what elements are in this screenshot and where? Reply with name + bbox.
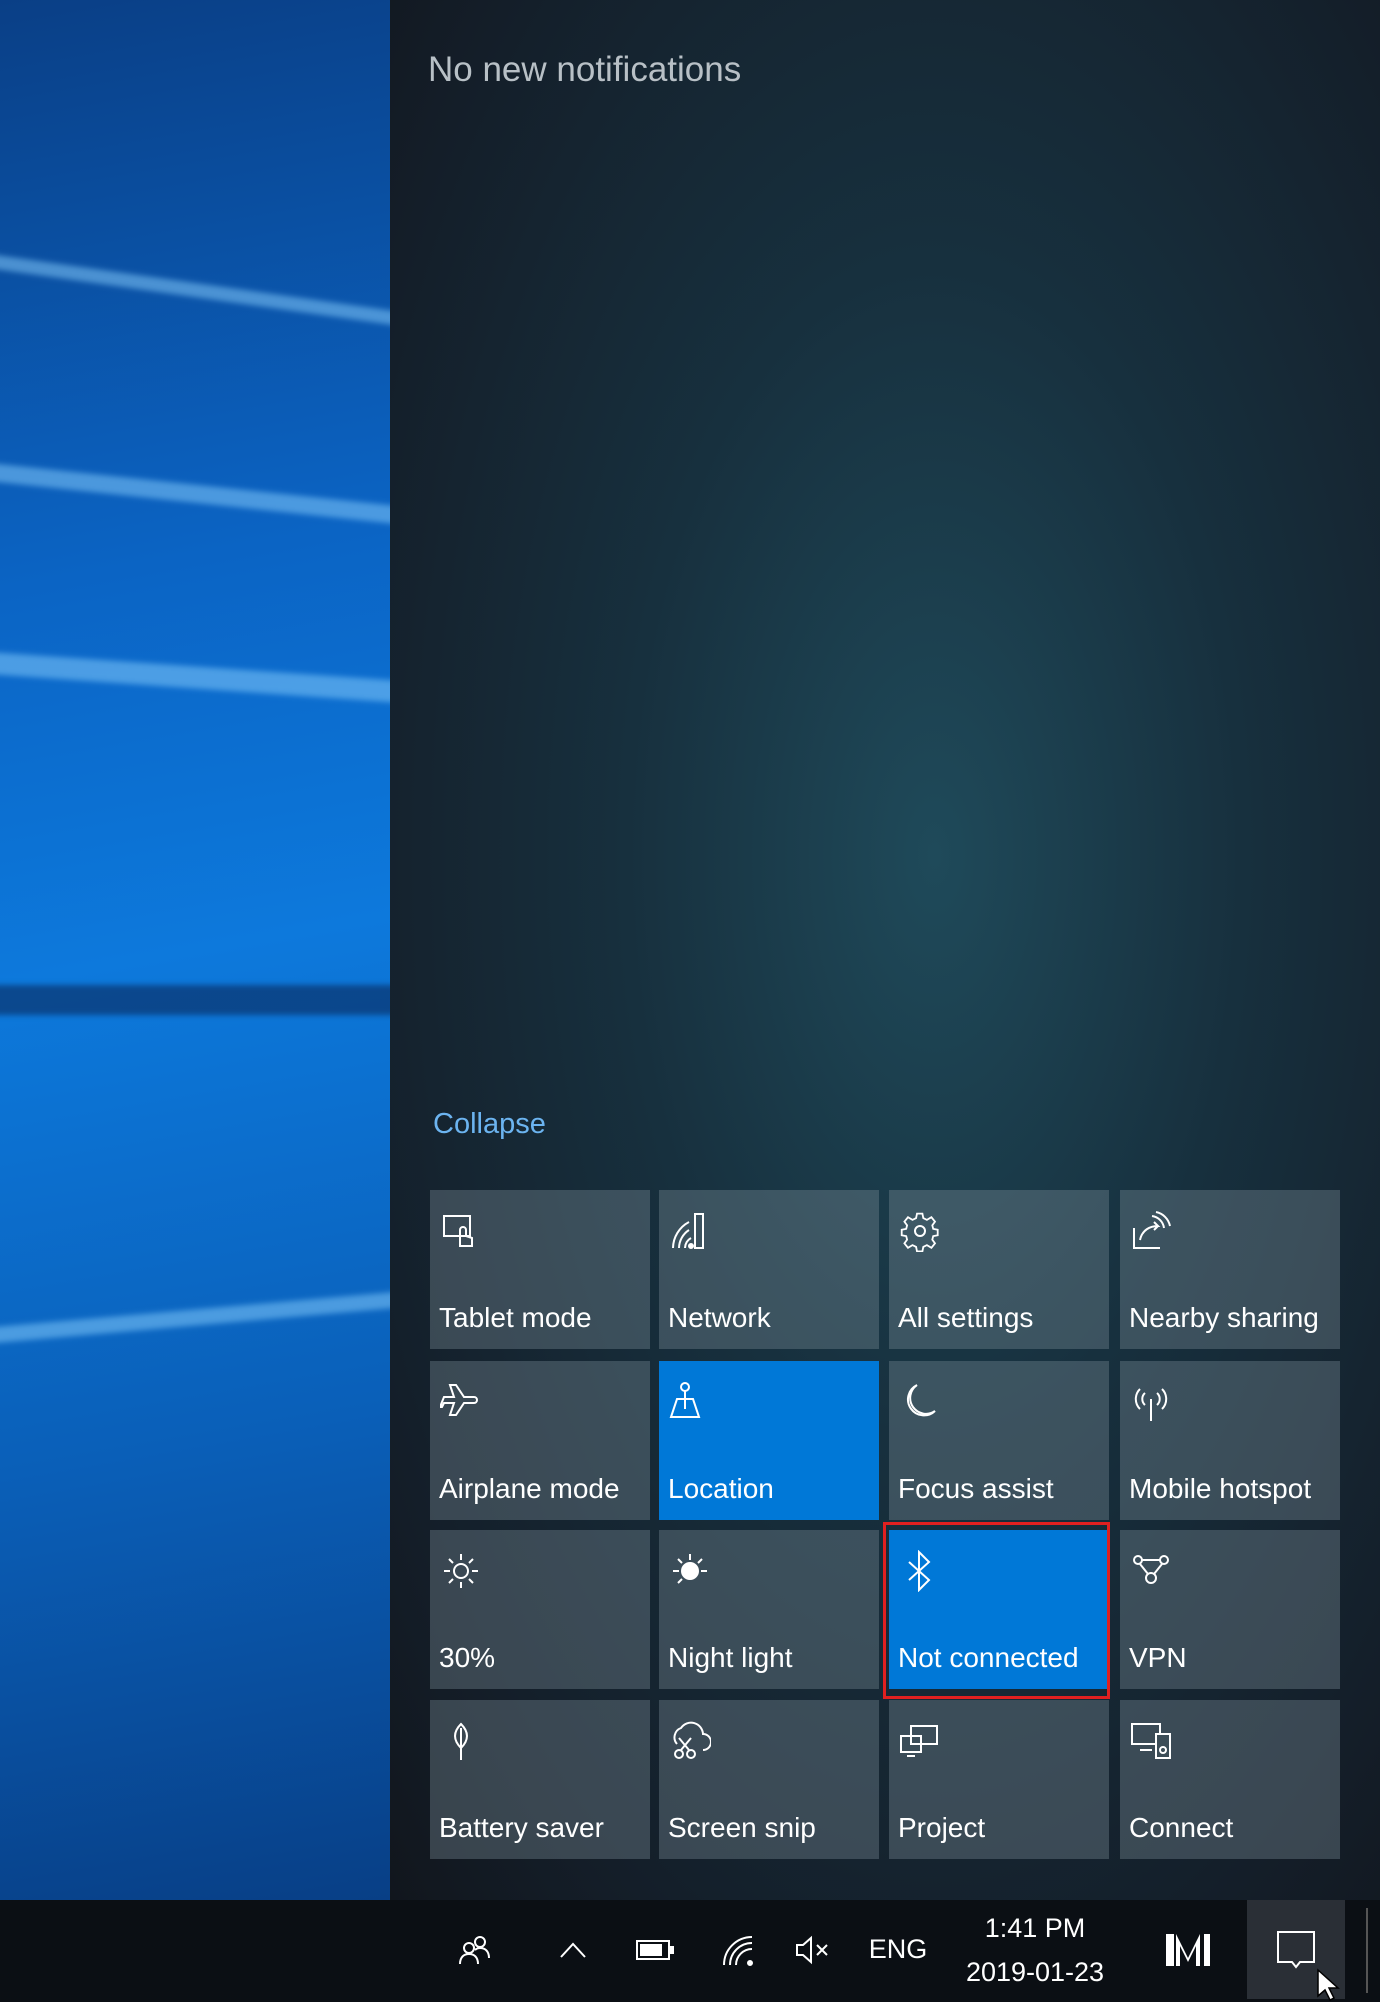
- tile-label: Screen snip: [668, 1812, 816, 1843]
- tile-focus-assist[interactable]: Focus assist: [889, 1361, 1109, 1520]
- taskbar: ENG 1:41 PM 2019-01-23: [0, 1900, 1380, 2002]
- tile-label: Tablet mode: [439, 1302, 592, 1333]
- tile-project[interactable]: Project: [889, 1700, 1109, 1859]
- tile-tablet-mode[interactable]: Tablet mode: [430, 1190, 650, 1349]
- chevron-up-icon[interactable]: [545, 1900, 600, 1999]
- connect-icon: [1131, 1723, 1171, 1759]
- tile-nearby-sharing[interactable]: Nearby sharing: [1120, 1190, 1340, 1349]
- hotspot-icon: [1134, 1388, 1168, 1421]
- tile-label: Airplane mode: [439, 1473, 620, 1504]
- clock-time: 1:41 PM: [984, 1912, 1086, 1943]
- vpn-icon: [1133, 1555, 1169, 1584]
- show-desktop-divider[interactable]: [1366, 1908, 1368, 1993]
- tile-night-light[interactable]: Night light: [659, 1530, 879, 1689]
- tile-label: Network: [668, 1302, 771, 1333]
- tile-label: Project: [898, 1812, 986, 1843]
- moon-icon: [907, 1384, 936, 1417]
- battery-saver-icon: [454, 1722, 468, 1760]
- tile-airplane-mode[interactable]: Airplane mode: [430, 1361, 650, 1520]
- collapse-link[interactable]: Collapse: [433, 1108, 546, 1141]
- location-icon: [669, 1382, 701, 1418]
- share-icon: [1133, 1211, 1171, 1249]
- network-icon: [672, 1213, 704, 1249]
- screen-snip-icon: [673, 1721, 711, 1759]
- tile-mobile-hotspot[interactable]: Mobile hotspot: [1120, 1361, 1340, 1520]
- gear-icon: [900, 1212, 939, 1252]
- clock[interactable]: 1:41 PM 2019-01-23: [950, 1900, 1120, 1999]
- tile-label: Focus assist: [898, 1473, 1054, 1504]
- tile-label: VPN: [1129, 1642, 1187, 1673]
- tile-label: Night light: [668, 1642, 793, 1673]
- people-icon[interactable]: [445, 1900, 505, 1999]
- tile-label: Battery saver: [439, 1812, 604, 1843]
- tablet-mode-icon: [443, 1215, 473, 1247]
- brightness-icon: [444, 1554, 478, 1588]
- highlight-box: [883, 1522, 1110, 1699]
- wifi-icon[interactable]: [710, 1900, 765, 1999]
- tile-connect[interactable]: Connect: [1120, 1700, 1340, 1859]
- desktop-wallpaper: [0, 0, 390, 1900]
- mouse-cursor-icon: [1317, 1968, 1340, 2002]
- night-light-icon: [673, 1554, 707, 1584]
- tile-label: All settings: [898, 1302, 1034, 1333]
- language-indicator[interactable]: ENG: [858, 1900, 938, 1999]
- volume-muted-icon[interactable]: [785, 1900, 840, 1999]
- tile-label: 30%: [439, 1642, 496, 1673]
- battery-icon[interactable]: [625, 1900, 685, 1999]
- tile-label: Connect: [1129, 1812, 1234, 1843]
- tile-vpn[interactable]: VPN: [1120, 1530, 1340, 1689]
- tile-screen-snip[interactable]: Screen snip: [659, 1700, 879, 1859]
- tile-label: Mobile hotspot: [1129, 1473, 1312, 1504]
- tile-all-settings[interactable]: All settings: [889, 1190, 1109, 1349]
- tile-network[interactable]: Network: [659, 1190, 879, 1349]
- app-logo-icon[interactable]: [1155, 1900, 1220, 1999]
- no-notifications-text: No new notifications: [428, 50, 742, 89]
- tile-30-[interactable]: 30%: [430, 1530, 650, 1689]
- airplane-icon: [440, 1384, 478, 1416]
- tile-label: Location: [668, 1473, 774, 1504]
- tile-location[interactable]: Location: [659, 1361, 879, 1520]
- tile-battery-saver[interactable]: Battery saver: [430, 1700, 650, 1859]
- project-icon: [900, 1725, 938, 1757]
- clock-date: 2019-01-23: [965, 1956, 1105, 1987]
- tile-label: Nearby sharing: [1129, 1302, 1319, 1333]
